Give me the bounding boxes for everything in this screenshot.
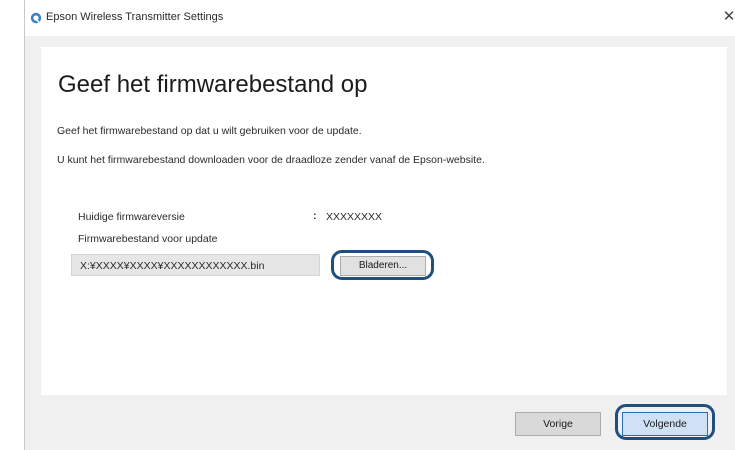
version-separator: : bbox=[313, 210, 317, 222]
close-button[interactable]: ✕ bbox=[722, 8, 735, 26]
download-info-text: U kunt het firmwarebestand downloaden vo… bbox=[57, 154, 485, 166]
current-version-value: XXXXXXXX bbox=[326, 211, 383, 223]
settings-window: Epson Wireless Transmitter Settings ✕ Ge… bbox=[24, 0, 735, 450]
window-title: Epson Wireless Transmitter Settings bbox=[46, 11, 224, 23]
current-version-label: Huidige firmwareversie bbox=[78, 211, 185, 223]
firmware-file-path-field[interactable]: X:¥XXXX¥XXXX¥XXXXXXXXXXXX.bin bbox=[71, 254, 320, 276]
browse-button[interactable]: Bladeren... bbox=[340, 256, 426, 276]
title-bar: Epson Wireless Transmitter Settings ✕ bbox=[25, 0, 735, 36]
epson-settings-icon bbox=[30, 11, 42, 24]
page-title: Geef het firmwarebestand op bbox=[58, 71, 368, 98]
back-button[interactable]: Vorige bbox=[515, 412, 601, 436]
firmware-file-label: Firmwarebestand voor update bbox=[78, 233, 218, 245]
next-button[interactable]: Volgende bbox=[622, 412, 708, 436]
content-panel: Geef het firmwarebestand op Geef het fir… bbox=[41, 47, 727, 395]
instruction-text: Geef het firmwarebestand op dat u wilt g… bbox=[57, 125, 362, 137]
